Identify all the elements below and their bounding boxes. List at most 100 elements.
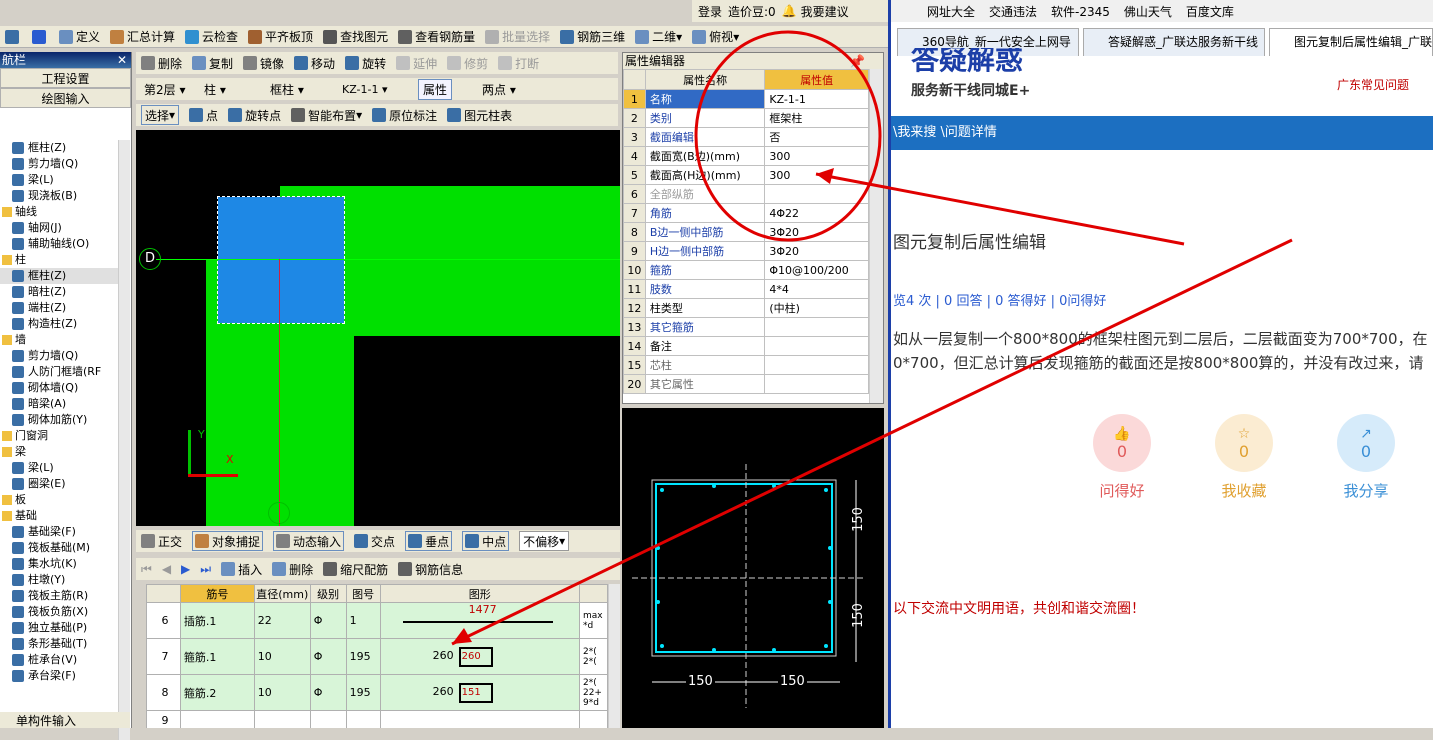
nav-tree-item[interactable]: 条形基础(T) [0, 636, 118, 652]
find-element-button[interactable]: 查找图元 [323, 27, 388, 47]
property-value[interactable]: 300 [764, 165, 869, 185]
property-value[interactable]: (中柱) [764, 298, 869, 318]
perpendicular-snap[interactable]: 垂点 [405, 531, 453, 551]
move-button[interactable]: 移动 [294, 53, 335, 73]
property-row[interactable]: 14 备注 [623, 336, 869, 356]
offset-select[interactable]: 不偏移 ▾ [519, 531, 570, 551]
trim-button[interactable]: 修剪 [447, 53, 488, 73]
last-record-icon[interactable]: ⏭ [200, 559, 211, 579]
property-value[interactable] [764, 374, 869, 394]
property-row[interactable]: 13 其它箍筋 [623, 317, 869, 337]
nav-tree-group[interactable]: 门窗洞 [0, 428, 118, 444]
mirror-button[interactable]: 镜像 [243, 53, 284, 73]
property-row[interactable]: 15 芯柱 [623, 355, 869, 375]
rebar-3d-button[interactable]: 钢筋三维 [560, 27, 625, 47]
property-value[interactable] [764, 317, 869, 337]
nav-tree-item[interactable]: 构造柱(Z) [0, 316, 118, 332]
action-circle[interactable]: 👍 0 [1093, 414, 1151, 472]
bookmark-item[interactable]: 交通违法 [989, 3, 1037, 20]
nav-tree-item[interactable]: 端柱(Z) [0, 300, 118, 316]
tab-current-question[interactable]: 图元复制后属性编辑_广联达 [1269, 28, 1433, 56]
grade-cell[interactable]: Φ [309, 638, 347, 675]
property-value[interactable] [764, 336, 869, 356]
midpoint-snap[interactable]: 中点 [462, 531, 510, 551]
rebar-info-button[interactable]: 钢筋信息 [398, 559, 463, 579]
property-row[interactable]: 12 柱类型 (中柱) [623, 298, 869, 318]
nav-tree-group[interactable]: 轴线 [0, 204, 118, 220]
undo-icon[interactable] [32, 27, 49, 47]
login-link[interactable]: 登录 [698, 3, 722, 20]
rebar-name-cell[interactable] [179, 710, 255, 728]
nav-tree-item[interactable]: 柱墩(Y) [0, 572, 118, 588]
point-button[interactable]: 点 [189, 105, 218, 125]
nav-tree-group[interactable]: 梁 [0, 444, 118, 460]
dynamic-input-toggle[interactable]: 动态输入 [273, 531, 345, 551]
action-1[interactable]: ☆ 0 我收藏 [1209, 414, 1279, 501]
property-row[interactable]: 8 B边一侧中部筋 3Φ20 [623, 222, 869, 242]
first-record-icon[interactable]: ⏮ [141, 559, 152, 579]
nav-tree-item[interactable]: 独立基础(P) [0, 620, 118, 636]
intersection-snap[interactable]: 交点 [354, 531, 395, 551]
subtype-select[interactable]: 框柱 ▾ [270, 81, 338, 98]
nav-tree-item[interactable]: 暗柱(Z) [0, 284, 118, 300]
shape-cell[interactable] [379, 710, 580, 728]
nav-tree-group[interactable]: 墙 [0, 332, 118, 348]
property-row[interactable]: 2 类别 框架柱 [623, 108, 869, 128]
row-num-cell[interactable]: 9 [146, 710, 181, 728]
diameter-cell[interactable]: 22 [253, 602, 311, 639]
shape-cell[interactable]: 260 260 [379, 638, 580, 675]
nav-tree-item[interactable]: 梁(L) [0, 460, 118, 476]
rotate-button[interactable]: 旋转 [345, 53, 386, 73]
faq-link[interactable]: 广东常见问题 [1337, 76, 1409, 93]
nav-tree-item[interactable]: 集水坑(K) [0, 556, 118, 572]
property-value[interactable]: 否 [764, 127, 869, 147]
property-row[interactable]: 10 箍筋 Φ10@100/200 [623, 260, 869, 280]
action-2[interactable]: ↗ 0 我分享 [1331, 414, 1401, 501]
nav-tree-item[interactable]: 框柱(Z) [0, 268, 118, 284]
shape-cell[interactable]: 1477 [379, 602, 580, 639]
drawing-canvas[interactable]: D Y X [136, 130, 620, 526]
copy-button[interactable]: 复制 [192, 53, 233, 73]
row-num-cell[interactable]: 7 [146, 638, 181, 675]
summary-calc-button[interactable]: 汇总计算 [110, 27, 175, 47]
project-settings-button[interactable]: 工程设置 [0, 68, 131, 88]
object-snap-toggle[interactable]: 对象捕捉 [192, 531, 264, 551]
level-slab-button[interactable]: 平齐板顶 [248, 27, 313, 47]
bookmark-item[interactable]: 软件-2345 [1051, 3, 1110, 20]
nav-tree-item[interactable]: 暗梁(A) [0, 396, 118, 412]
element-column-table-button[interactable]: 图元柱表 [447, 105, 512, 125]
property-value[interactable]: 4Φ22 [764, 203, 869, 223]
property-scrollbar[interactable] [869, 69, 883, 403]
property-value[interactable]: 3Φ20 [764, 241, 869, 261]
property-value[interactable] [764, 184, 869, 204]
property-row[interactable]: 3 截面编辑否 [623, 127, 869, 147]
property-value[interactable]: 300 [764, 146, 869, 166]
view-2d-dropdown[interactable]: 二维 ▾ [635, 27, 682, 47]
property-value[interactable]: Φ10@100/200 [764, 260, 869, 280]
table-row[interactable]: 7 箍筋.1 10 Φ 195 260 260 2*( 2*( [146, 638, 608, 675]
action-circle[interactable]: ↗ 0 [1337, 414, 1395, 472]
figure-no-cell[interactable]: 195 [345, 674, 381, 711]
action-circle[interactable]: ☆ 0 [1215, 414, 1273, 472]
diameter-cell[interactable] [253, 710, 311, 728]
rebar-table-scrollbar[interactable] [608, 584, 620, 728]
nav-tree-item[interactable]: 基础梁(F) [0, 524, 118, 540]
view-rebar-button[interactable]: 查看钢筋量 [398, 27, 475, 47]
rebar-name-cell[interactable]: 插筋.1 [179, 602, 255, 639]
grade-cell[interactable]: Φ [309, 674, 347, 711]
close-icon[interactable]: ✕ [117, 52, 127, 68]
table-row[interactable]: 6 插筋.1 22 Φ 1 1477 max *d [146, 602, 608, 639]
scale-rebar-button[interactable]: 缩尺配筋 [323, 559, 388, 579]
suggest-link[interactable]: 我要建议 [801, 3, 849, 20]
formula-cell[interactable]: 2*( 22+ 9*d [578, 674, 608, 711]
ortho-toggle[interactable]: 正交 [141, 531, 182, 551]
nav-scrollbar[interactable] [118, 140, 130, 740]
property-row[interactable]: 7 角筋 4Φ22 [623, 203, 869, 223]
figure-no-cell[interactable]: 195 [345, 638, 381, 675]
nav-tree-item[interactable]: 筏板基础(M) [0, 540, 118, 556]
smart-layout-button[interactable]: 智能布置 ▾ [291, 105, 362, 125]
row-num-cell[interactable]: 6 [146, 602, 181, 639]
diameter-cell[interactable]: 10 [253, 674, 311, 711]
nav-tree-item[interactable]: 辅助轴线(O) [0, 236, 118, 252]
prev-record-icon[interactable]: ◀ [162, 559, 171, 579]
